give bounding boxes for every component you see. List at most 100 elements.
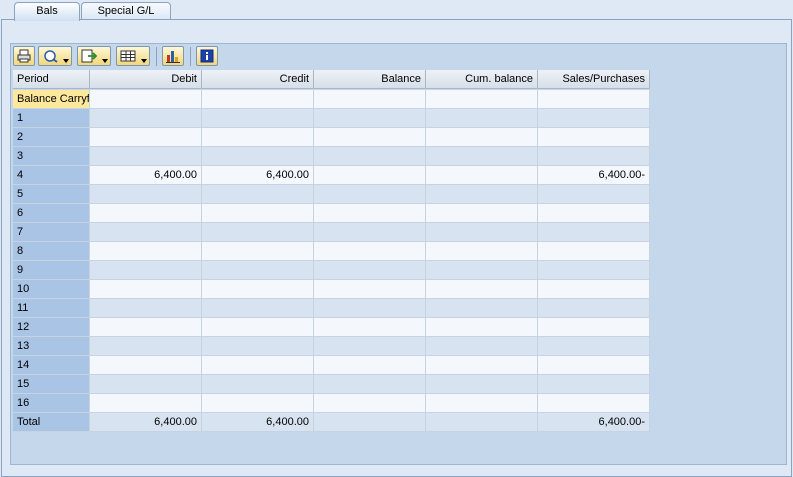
- amount-cell[interactable]: [426, 394, 538, 413]
- amount-cell[interactable]: [202, 280, 314, 299]
- amount-cell[interactable]: [314, 109, 426, 128]
- amount-cell[interactable]: [426, 318, 538, 337]
- amount-cell[interactable]: [314, 90, 426, 109]
- period-cell[interactable]: 14: [13, 356, 90, 375]
- amount-cell[interactable]: [538, 394, 650, 413]
- amount-cell[interactable]: [314, 223, 426, 242]
- amount-cell[interactable]: [314, 280, 426, 299]
- amount-cell[interactable]: [538, 356, 650, 375]
- amount-cell[interactable]: [426, 204, 538, 223]
- amount-cell[interactable]: [538, 223, 650, 242]
- amount-cell[interactable]: [538, 318, 650, 337]
- amount-cell[interactable]: [538, 128, 650, 147]
- period-cell[interactable]: 12: [13, 318, 90, 337]
- amount-cell[interactable]: [202, 356, 314, 375]
- period-cell[interactable]: 5: [13, 185, 90, 204]
- amount-cell[interactable]: 6,400.00: [90, 413, 202, 432]
- period-cell[interactable]: 2: [13, 128, 90, 147]
- amount-cell[interactable]: [426, 109, 538, 128]
- column-header-balance[interactable]: Balance: [314, 70, 426, 89]
- amount-cell[interactable]: 6,400.00-: [538, 413, 650, 432]
- amount-cell[interactable]: [202, 109, 314, 128]
- amount-cell[interactable]: [314, 299, 426, 318]
- amount-cell[interactable]: [202, 204, 314, 223]
- amount-cell[interactable]: [314, 413, 426, 432]
- amount-cell[interactable]: [426, 261, 538, 280]
- amount-cell[interactable]: [314, 318, 426, 337]
- print-button[interactable]: [13, 46, 35, 66]
- amount-cell[interactable]: [202, 90, 314, 109]
- info-button[interactable]: [196, 46, 218, 66]
- amount-cell[interactable]: [90, 261, 202, 280]
- amount-cell[interactable]: [538, 90, 650, 109]
- period-cell[interactable]: 16: [13, 394, 90, 413]
- amount-cell[interactable]: [90, 128, 202, 147]
- amount-cell[interactable]: [202, 337, 314, 356]
- amount-cell[interactable]: [314, 204, 426, 223]
- period-cell[interactable]: Balance Carryforward: [13, 90, 90, 109]
- amount-cell[interactable]: [426, 413, 538, 432]
- amount-cell[interactable]: [202, 223, 314, 242]
- graphic-button[interactable]: [162, 46, 184, 66]
- amount-cell[interactable]: [314, 394, 426, 413]
- amount-cell[interactable]: [90, 299, 202, 318]
- amount-cell[interactable]: [202, 261, 314, 280]
- export-button[interactable]: [77, 46, 111, 66]
- amount-cell[interactable]: [426, 147, 538, 166]
- tab-special-gl[interactable]: Special G/L: [81, 2, 171, 20]
- amount-cell[interactable]: [538, 280, 650, 299]
- amount-cell[interactable]: [538, 337, 650, 356]
- layout-button[interactable]: [116, 46, 150, 66]
- amount-cell[interactable]: [314, 166, 426, 185]
- amount-cell[interactable]: [90, 109, 202, 128]
- amount-cell[interactable]: [426, 375, 538, 394]
- amount-cell[interactable]: [314, 185, 426, 204]
- amount-cell[interactable]: [202, 299, 314, 318]
- amount-cell[interactable]: [538, 299, 650, 318]
- amount-cell[interactable]: [314, 356, 426, 375]
- amount-cell[interactable]: [90, 223, 202, 242]
- amount-cell[interactable]: [314, 375, 426, 394]
- amount-cell[interactable]: [90, 280, 202, 299]
- column-header-credit[interactable]: Credit: [202, 70, 314, 89]
- amount-cell[interactable]: [202, 128, 314, 147]
- amount-cell[interactable]: [90, 375, 202, 394]
- period-cell[interactable]: 1: [13, 109, 90, 128]
- amount-cell[interactable]: [90, 185, 202, 204]
- amount-cell[interactable]: [538, 242, 650, 261]
- amount-cell[interactable]: [426, 280, 538, 299]
- amount-cell[interactable]: [90, 394, 202, 413]
- period-cell[interactable]: 15: [13, 375, 90, 394]
- amount-cell[interactable]: [90, 204, 202, 223]
- amount-cell[interactable]: [202, 185, 314, 204]
- amount-cell[interactable]: [426, 299, 538, 318]
- amount-cell[interactable]: [314, 147, 426, 166]
- amount-cell[interactable]: [538, 185, 650, 204]
- amount-cell[interactable]: 6,400.00-: [538, 166, 650, 185]
- amount-cell[interactable]: [90, 147, 202, 166]
- amount-cell[interactable]: [202, 147, 314, 166]
- period-cell[interactable]: 7: [13, 223, 90, 242]
- amount-cell[interactable]: [202, 375, 314, 394]
- amount-cell[interactable]: 6,400.00: [90, 166, 202, 185]
- period-cell[interactable]: 11: [13, 299, 90, 318]
- amount-cell[interactable]: [426, 166, 538, 185]
- amount-cell[interactable]: [90, 318, 202, 337]
- period-cell[interactable]: 4: [13, 166, 90, 185]
- amount-cell[interactable]: [426, 337, 538, 356]
- amount-cell[interactable]: [90, 356, 202, 375]
- amount-cell[interactable]: [90, 242, 202, 261]
- period-cell[interactable]: 9: [13, 261, 90, 280]
- amount-cell[interactable]: [314, 337, 426, 356]
- period-cell[interactable]: 8: [13, 242, 90, 261]
- amount-cell[interactable]: 6,400.00: [202, 413, 314, 432]
- details-button[interactable]: [38, 46, 72, 66]
- column-header-sales-purchases[interactable]: Sales/Purchases: [538, 70, 650, 89]
- amount-cell[interactable]: [90, 337, 202, 356]
- amount-cell[interactable]: [314, 128, 426, 147]
- amount-cell[interactable]: [538, 109, 650, 128]
- amount-cell[interactable]: [426, 185, 538, 204]
- amount-cell[interactable]: [538, 261, 650, 280]
- amount-cell[interactable]: [202, 242, 314, 261]
- column-header-debit[interactable]: Debit: [90, 70, 202, 89]
